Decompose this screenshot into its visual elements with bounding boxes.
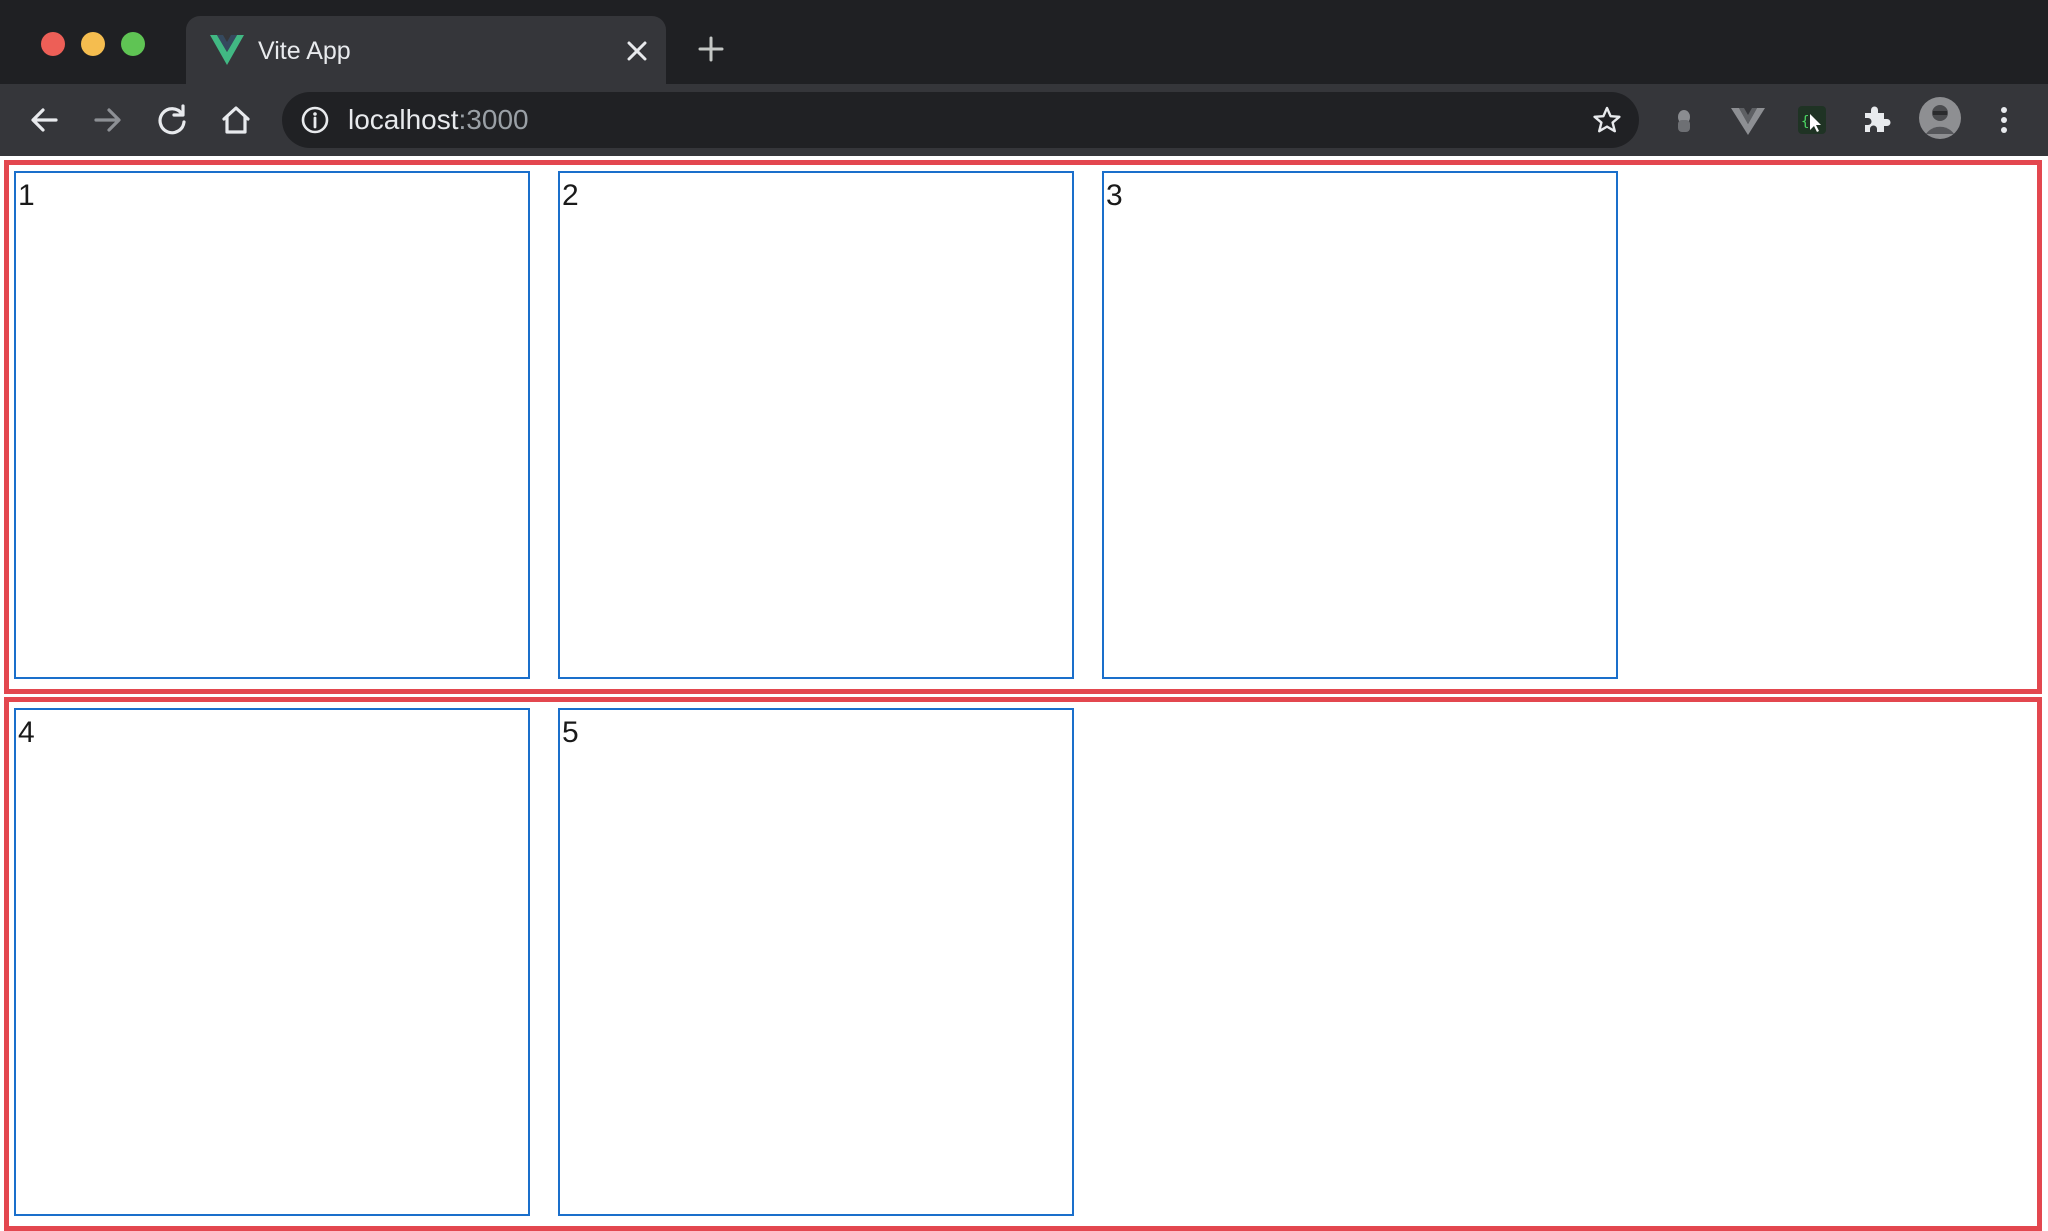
profile-avatar	[1919, 97, 1961, 139]
window-zoom-button[interactable]	[121, 32, 145, 56]
home-button[interactable]	[216, 100, 256, 140]
menu-icon	[2001, 107, 2007, 133]
grey-extension-button[interactable]	[1664, 100, 1704, 140]
grey-extension-icon	[1678, 110, 1690, 132]
box-label: 1	[18, 179, 35, 212]
puzzle-icon	[1865, 106, 1891, 132]
arrow-left-icon	[31, 108, 58, 132]
grid-box: 4	[14, 708, 530, 1216]
page-content: 1 2 3 4 5	[0, 156, 2048, 1231]
box-label: 5	[562, 716, 579, 749]
tab-title: Vite App	[258, 37, 351, 65]
reload-icon	[158, 104, 186, 135]
grid-box: 3	[1102, 171, 1618, 679]
forward-button[interactable]	[88, 100, 128, 140]
url-text: localhost:3000	[348, 104, 529, 136]
profile-avatar-button[interactable]	[1918, 96, 1962, 140]
window-minimize-button[interactable]	[81, 32, 105, 56]
tab-strip: Vite App	[0, 0, 2048, 84]
selector-extension-icon: {	[1798, 106, 1826, 134]
close-icon[interactable]	[624, 38, 650, 64]
url-host: localhost	[348, 104, 459, 135]
box-label: 4	[18, 716, 35, 749]
home-icon	[222, 106, 250, 134]
bookmark-star-icon[interactable]	[1591, 104, 1623, 136]
back-button[interactable]	[24, 100, 64, 140]
vue-devtools-icon	[1731, 108, 1765, 135]
extensions-button[interactable]	[1856, 100, 1896, 140]
url-port: :3000	[458, 104, 529, 135]
selector-extension-button[interactable]: {	[1792, 100, 1832, 140]
browser-window: Vite App localhost:3000 {1 2 3 4 5	[0, 0, 2048, 1231]
vue-devtools-button[interactable]	[1728, 100, 1768, 140]
flex-row-1: 1 2 3	[4, 160, 2042, 694]
svg-text:{: {	[1801, 114, 1809, 130]
menu-button[interactable]	[1984, 100, 2024, 140]
reload-button[interactable]	[152, 100, 192, 140]
flex-row-2: 4 5	[4, 697, 2042, 1231]
arrow-right-icon	[94, 108, 121, 132]
vue-logo-icon	[210, 35, 244, 65]
new-tab-icon[interactable]	[696, 34, 726, 64]
grid-box: 1	[14, 171, 530, 679]
toolbar: localhost:3000 {	[0, 84, 2048, 156]
grid-box: 2	[558, 171, 1074, 679]
info-icon[interactable]	[300, 105, 330, 135]
grid-box: 5	[558, 708, 1074, 1216]
window-close-button[interactable]	[41, 32, 65, 56]
box-label: 2	[562, 179, 579, 212]
tab-vite-app[interactable]: Vite App	[186, 16, 666, 84]
address-bar[interactable]: localhost:3000	[282, 92, 1639, 148]
box-label: 3	[1106, 179, 1123, 212]
